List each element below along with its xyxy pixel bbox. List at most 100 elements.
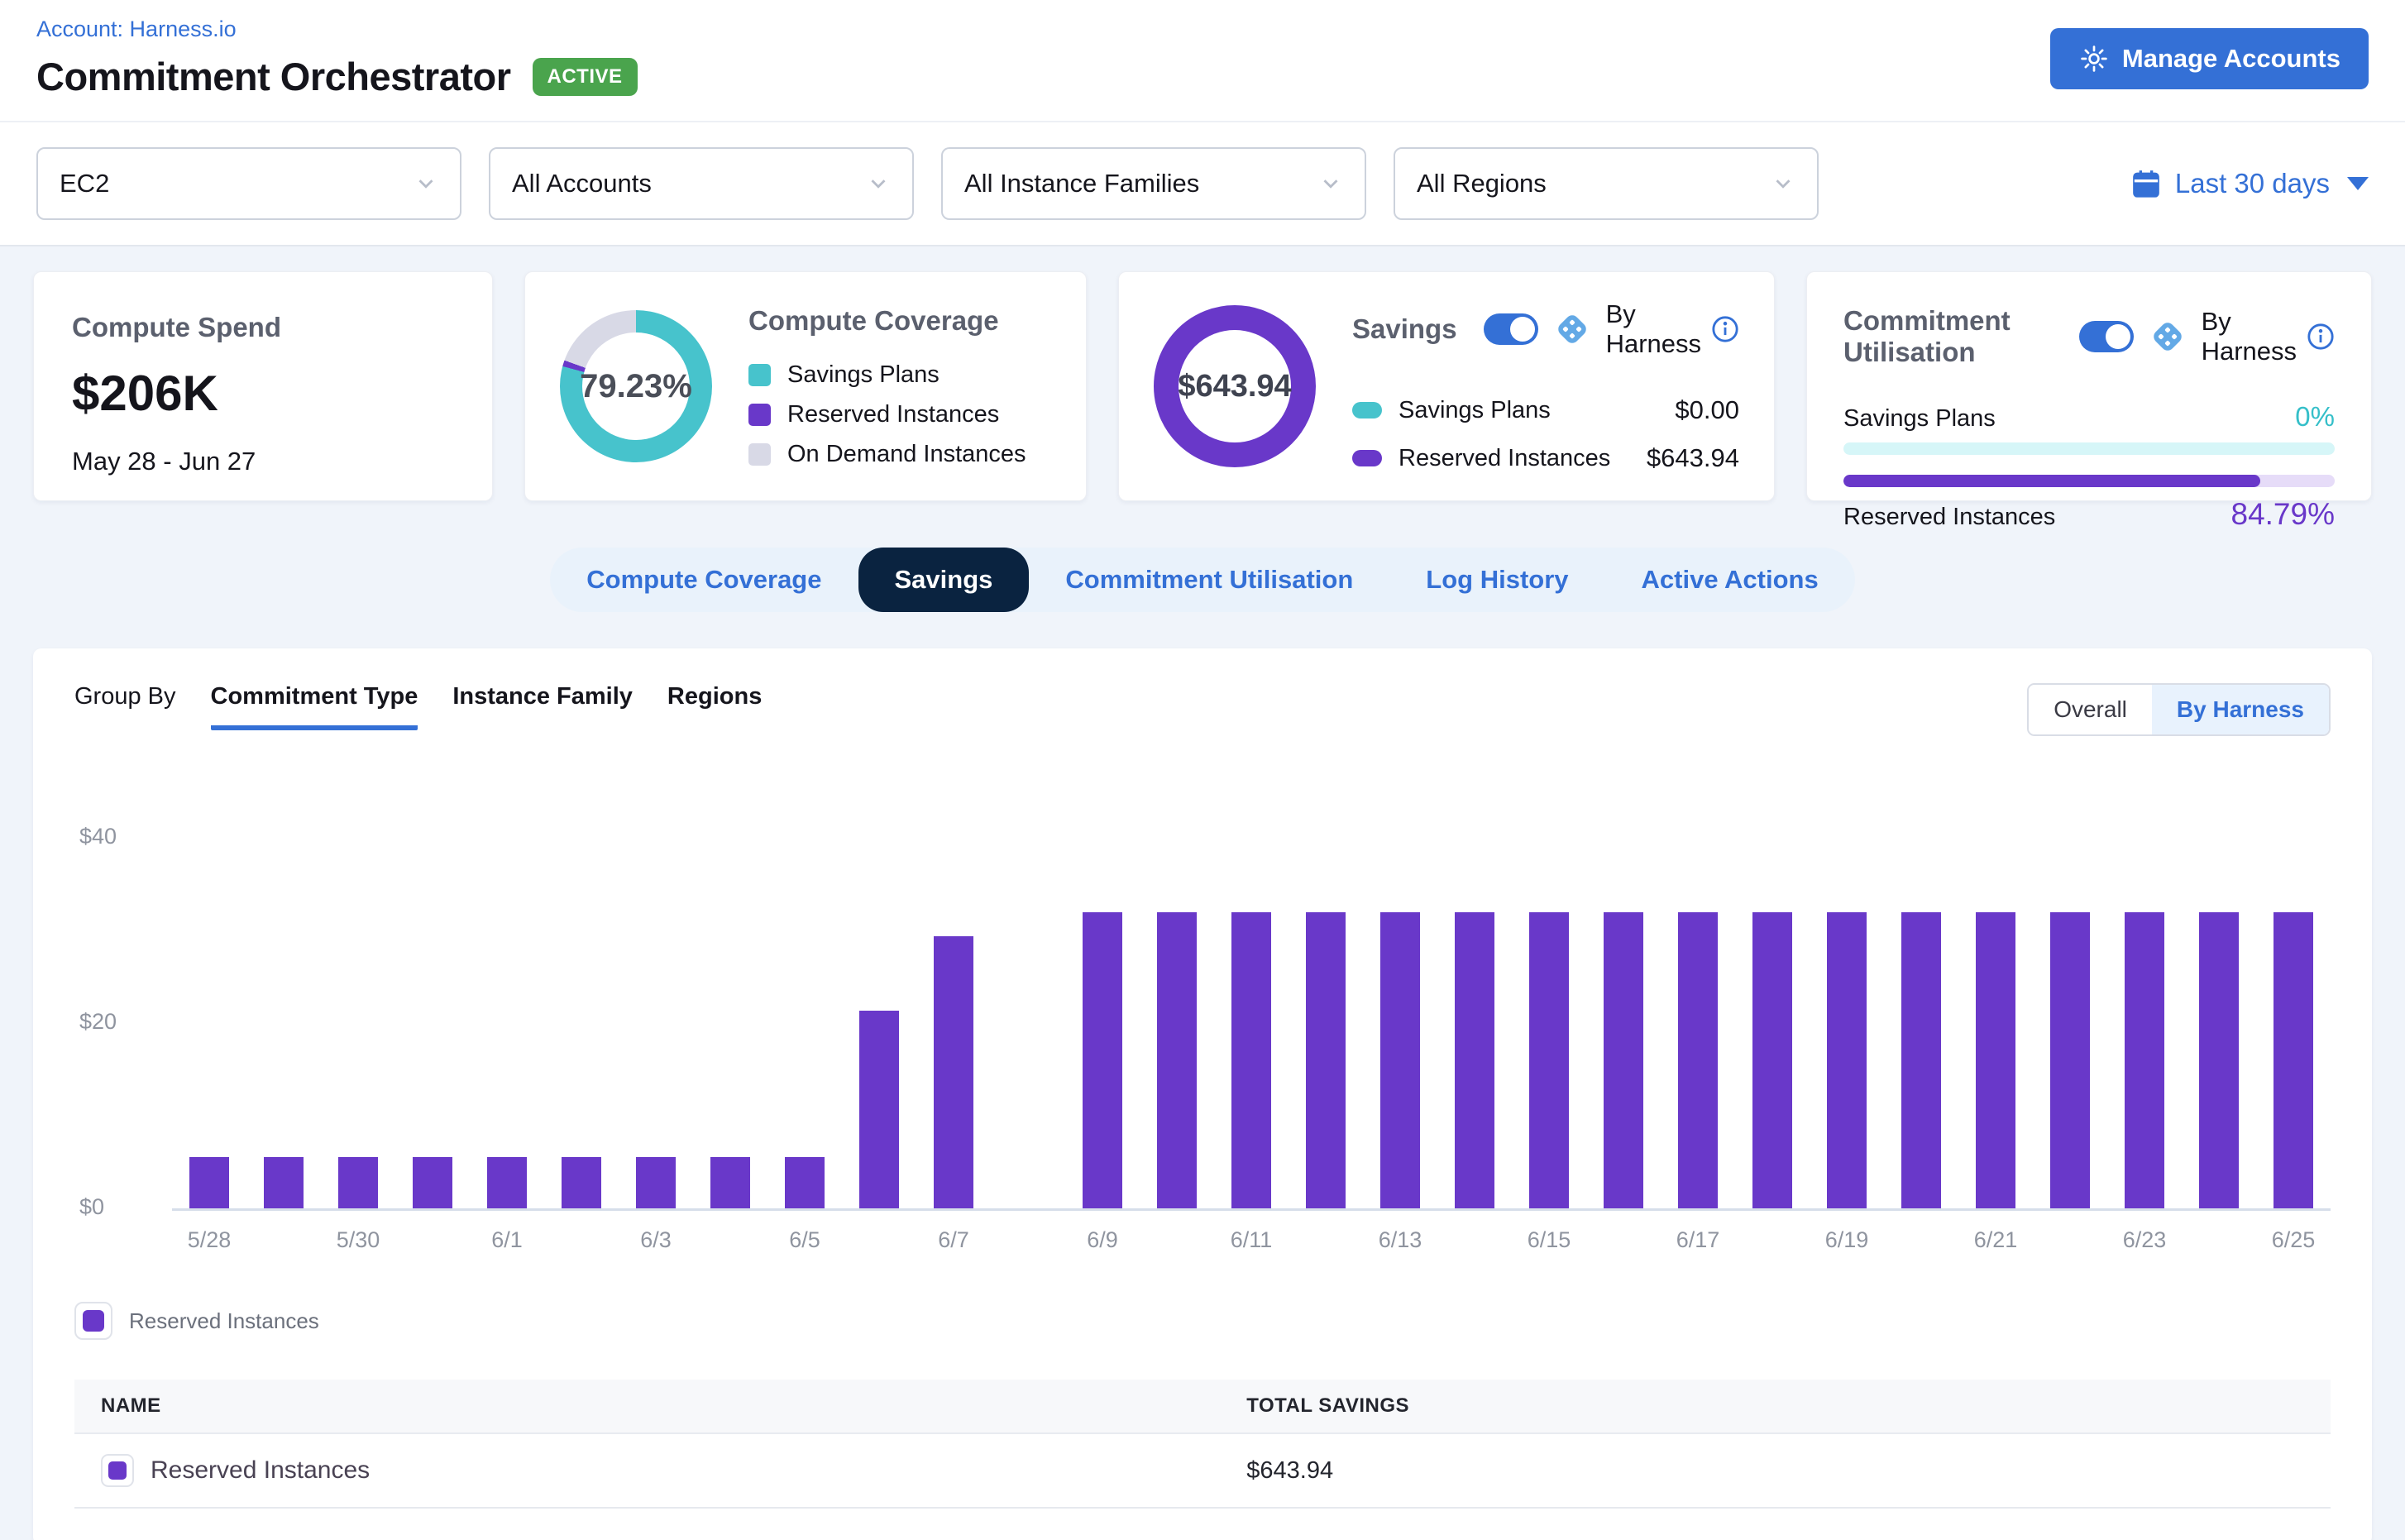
savings-panel: Group By Commitment TypeInstance FamilyR… [33, 648, 2372, 1540]
savings-total: $643.94 [1178, 369, 1291, 404]
compute-coverage-percent: 79.23% [560, 310, 712, 462]
bar-slot-6/12 [1289, 789, 1363, 1208]
coverage-legend-label: Reserved Instances [787, 401, 999, 428]
bar-5/31[interactable] [413, 1157, 452, 1208]
table-cell-total-savings: $643.94 [1246, 1457, 2304, 1485]
bar-6/4[interactable] [710, 1157, 750, 1208]
bar-6/17[interactable] [1678, 912, 1718, 1208]
bar-6/11[interactable] [1231, 912, 1271, 1208]
bar-slot-6/11 [1214, 789, 1289, 1208]
view-toggle-by-harness[interactable]: By Harness [2152, 685, 2329, 734]
bar-slot-6/24 [2182, 789, 2256, 1208]
bar-6/13[interactable] [1380, 912, 1420, 1208]
bar-slot-6/2 [544, 789, 619, 1208]
harness-logo-icon [2149, 318, 2187, 356]
x-tick-6/25: 6/25 [2272, 1227, 2316, 1253]
compute-coverage-title: Compute Coverage [748, 305, 1051, 337]
x-tick-6/7: 6/7 [938, 1227, 969, 1253]
savings-plans-utilisation-percent: 0% [2295, 401, 2335, 433]
summary-cards: Compute Spend $206K May 28 - Jun 27 79.2… [33, 271, 2372, 501]
bar-6/9[interactable] [1083, 912, 1122, 1208]
bar-6/19[interactable] [1827, 912, 1867, 1208]
compute-coverage-donut: 79.23% [560, 310, 712, 462]
legend-swatch [1352, 402, 1382, 418]
legend-swatch [83, 1310, 104, 1332]
service-filter-select[interactable]: EC2 [36, 147, 461, 220]
bar-6/25[interactable] [2274, 912, 2313, 1208]
legend-swatch [748, 404, 771, 426]
bar-6/5[interactable] [785, 1157, 825, 1208]
account-breadcrumb-link[interactable]: Account: Harness.io [36, 17, 237, 42]
bar-slot-6/21 [1958, 789, 2033, 1208]
bar-6/3[interactable] [636, 1157, 676, 1208]
legend-chip[interactable] [74, 1302, 112, 1340]
column-header-name: NAME [101, 1394, 1246, 1418]
utilisation-by-harness-toggle[interactable] [2079, 321, 2134, 352]
group-by-option-commitment-type[interactable]: Commitment Type [211, 683, 418, 730]
bar-6/10[interactable] [1157, 912, 1197, 1208]
table-row-reserved-instances[interactable]: Reserved Instances$643.94 [74, 1434, 2331, 1509]
x-axis-labels: 5/285/306/16/36/56/76/96/116/136/156/176… [172, 1227, 2331, 1277]
bar-6/24[interactable] [2199, 912, 2239, 1208]
bar-slot-6/22 [2033, 789, 2107, 1208]
bar-6/14[interactable] [1455, 912, 1494, 1208]
bar-slot-5/31 [395, 789, 470, 1208]
tab-savings[interactable]: Savings [858, 548, 1030, 612]
x-tick-6/19: 6/19 [1825, 1227, 1869, 1253]
bar-6/1[interactable] [487, 1157, 527, 1208]
view-toggle-overall[interactable]: Overall [2029, 685, 2152, 734]
bar-5/28[interactable] [189, 1157, 229, 1208]
bar-6/12[interactable] [1306, 912, 1346, 1208]
tab-log-history[interactable]: Log History [1389, 548, 1604, 612]
compute-coverage-card: 79.23% Compute Coverage Savings PlansRes… [524, 271, 1087, 501]
date-range-picker[interactable]: Last 30 days [2130, 167, 2369, 200]
bar-6/23[interactable] [2125, 912, 2164, 1208]
legend-swatch [748, 364, 771, 386]
info-icon[interactable] [2307, 323, 2335, 351]
instance-families-filter-select[interactable]: All Instance Families [941, 147, 1366, 220]
accounts-filter-select[interactable]: All Accounts [489, 147, 914, 220]
manage-accounts-button[interactable]: Manage Accounts [2050, 28, 2369, 89]
savings-toggle-label: By Harness [1606, 299, 1701, 359]
x-tick-6/9: 6/9 [1087, 1227, 1118, 1253]
bar-plot: $0$20$40 [172, 789, 2331, 1211]
tab-active-actions[interactable]: Active Actions [1605, 548, 1855, 612]
bar-slot-6/3 [619, 789, 693, 1208]
bar-6/6[interactable] [859, 1011, 899, 1208]
bar-6/22[interactable] [2050, 912, 2090, 1208]
bar-6/16[interactable] [1604, 912, 1643, 1208]
x-tick-6/11: 6/11 [1231, 1227, 1273, 1253]
bar-slot-5/30 [321, 789, 395, 1208]
bar-6/18[interactable] [1752, 912, 1792, 1208]
group-by-option-instance-family[interactable]: Instance Family [452, 683, 633, 730]
bar-6/7[interactable] [934, 936, 973, 1208]
savings-by-harness-toggle[interactable] [1484, 313, 1538, 345]
date-range-value: Last 30 days [2175, 168, 2330, 199]
bar-6/15[interactable] [1529, 912, 1569, 1208]
regions-filter-select[interactable]: All Regions [1394, 147, 1819, 220]
bar-slot-6/1 [470, 789, 544, 1208]
page-header: Account: Harness.io Commitment Orchestra… [0, 0, 2405, 122]
calendar-icon [2130, 167, 2163, 200]
bar-slot-6/9 [1065, 789, 1140, 1208]
tab-commitment-utilisation[interactable]: Commitment Utilisation [1029, 548, 1389, 612]
group-by-option-regions[interactable]: Regions [667, 683, 762, 730]
bar-5/30[interactable] [338, 1157, 378, 1208]
bar-slot-6/20 [1884, 789, 1958, 1208]
manage-accounts-label: Manage Accounts [2122, 44, 2340, 74]
info-icon[interactable] [1711, 315, 1739, 343]
bar-6/21[interactable] [1976, 912, 2015, 1208]
tab-compute-coverage[interactable]: Compute Coverage [550, 548, 858, 612]
bar-slot-6/15 [1512, 789, 1586, 1208]
bar-6/20[interactable] [1901, 912, 1941, 1208]
chart-legend: Reserved Instances [74, 1302, 2331, 1340]
table-cell-name: Reserved Instances [101, 1454, 1246, 1487]
instance-families-filter-value: All Instance Families [964, 169, 1199, 198]
y-tick-40: $40 [79, 824, 117, 849]
row-legend-swatch [108, 1461, 127, 1480]
bar-slot-5/29 [246, 789, 321, 1208]
bar-6/2[interactable] [562, 1157, 601, 1208]
bar-5/29[interactable] [264, 1157, 304, 1208]
reserved-instances-utilisation-label: Reserved Instances [1843, 504, 2055, 531]
commitment-orchestrator-page: Account: Harness.io Commitment Orchestra… [0, 0, 2405, 1540]
